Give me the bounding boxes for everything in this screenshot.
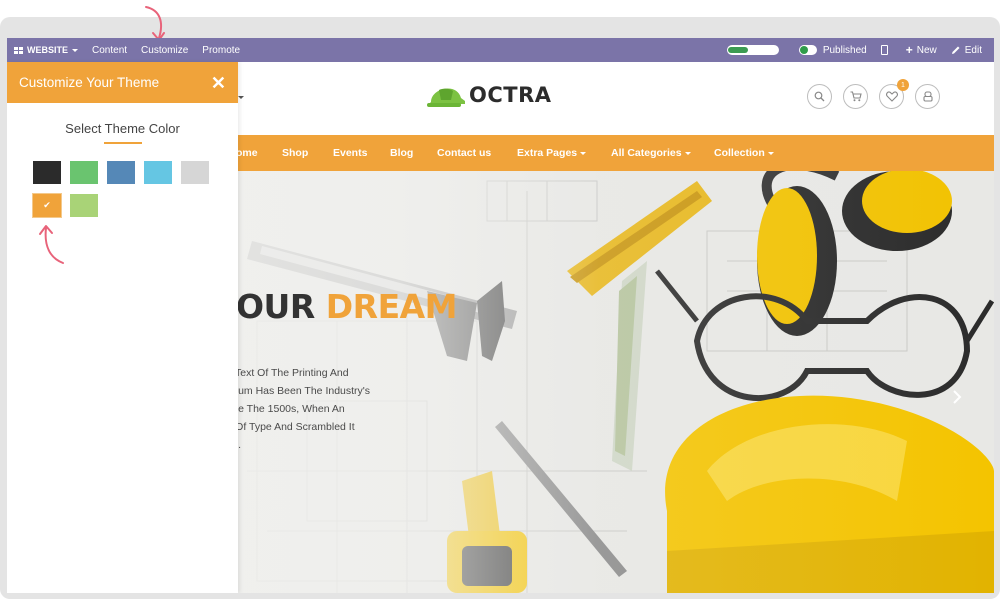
hero-text-line: ok. xyxy=(227,436,402,454)
hero-title-accent: DREAM xyxy=(325,287,458,326)
apps-grid-icon xyxy=(14,46,23,54)
cart-icon xyxy=(850,91,862,102)
checkmark-icon: ✔ xyxy=(43,200,51,210)
header-icons: 1 xyxy=(807,79,940,109)
color-swatch[interactable] xyxy=(107,161,135,184)
hero-text-line: psum Has Been The Industry's xyxy=(227,385,371,397)
wishlist-button[interactable]: 1 xyxy=(879,79,909,109)
hero-title-part1: OUR xyxy=(236,287,315,326)
slider-next-arrow-icon[interactable] xyxy=(950,390,964,404)
publish-toggle[interactable] xyxy=(798,45,817,55)
edit-button[interactable]: Edit xyxy=(947,38,986,62)
nav-shop[interactable]: Shop xyxy=(282,135,308,171)
heart-icon xyxy=(885,91,898,102)
color-swatch[interactable] xyxy=(33,161,61,184)
nav-extra-pages[interactable]: Extra Pages xyxy=(517,135,587,171)
nav-blog[interactable]: Blog xyxy=(390,135,413,171)
published-label: Published xyxy=(822,44,867,56)
color-swatch[interactable]: ✔ xyxy=(33,194,61,217)
color-swatch[interactable] xyxy=(70,194,98,217)
progress-bar xyxy=(726,45,779,55)
nav-collection[interactable]: Collection xyxy=(714,135,774,171)
nav-extra-pages-label: Extra Pages xyxy=(517,147,578,159)
edit-label: Edit xyxy=(964,44,982,56)
pencil-icon xyxy=(951,46,960,54)
website-menu-label: WEBSITE xyxy=(27,45,69,55)
nav-all-categories-label: All Categories xyxy=(611,147,682,159)
website-screen: WEBSITE Content Customize Promote Publis… xyxy=(7,38,994,593)
select-color-heading: Select Theme Color xyxy=(65,121,180,136)
hero-text-line: nce The 1500s, When An xyxy=(227,403,345,415)
nav-contact-us[interactable]: Contact us xyxy=(437,135,491,171)
editor-top-bar: WEBSITE Content Customize Promote Publis… xyxy=(7,38,994,62)
new-label: New xyxy=(916,44,937,56)
new-button[interactable]: + New xyxy=(902,38,941,62)
menu-customize[interactable]: Customize xyxy=(134,38,195,62)
color-swatch[interactable] xyxy=(181,161,209,184)
wishlist-count-badge: 1 xyxy=(897,79,909,91)
hero-title: OUR DREAM xyxy=(236,287,458,326)
color-swatch[interactable] xyxy=(144,161,172,184)
search-icon xyxy=(814,91,825,102)
chevron-down-icon xyxy=(767,151,774,155)
chevron-down-icon xyxy=(72,48,79,52)
plus-icon: + xyxy=(905,43,913,57)
menu-content[interactable]: Content xyxy=(85,38,134,62)
website-menu[interactable]: WEBSITE xyxy=(7,38,85,62)
close-icon[interactable]: ✕ xyxy=(211,74,226,92)
panel-title: Customize Your Theme xyxy=(19,75,160,90)
nav-collection-label: Collection xyxy=(714,147,765,159)
nav-home[interactable]: ome xyxy=(236,135,258,171)
annotation-arrow-swatch xyxy=(39,225,64,264)
hero-description: y Text Of The Printing And psum Has Been… xyxy=(227,364,402,454)
search-button[interactable] xyxy=(807,84,832,109)
hero-text-line: y Text Of The Printing And xyxy=(227,367,349,379)
progress-fill xyxy=(727,47,748,53)
user-icon xyxy=(922,91,933,102)
nav-events[interactable]: Events xyxy=(333,135,367,171)
account-button[interactable] xyxy=(915,84,940,109)
customize-theme-panel: Customize Your Theme ✕ Select Theme Colo… xyxy=(7,62,238,593)
site-logo[interactable]: OCTRA xyxy=(425,80,552,110)
heading-underline xyxy=(103,142,142,144)
logo-text: OCTRA xyxy=(469,83,552,107)
chevron-down-icon[interactable] xyxy=(238,96,244,99)
hard-hat-logo-icon xyxy=(427,88,465,107)
chevron-down-icon xyxy=(684,151,691,155)
hero-text-line: y Of Type And Scrambled It xyxy=(227,421,355,433)
chevron-down-icon xyxy=(580,151,587,155)
menu-promote[interactable]: Promote xyxy=(195,38,247,62)
panel-header: Customize Your Theme ✕ xyxy=(7,62,238,103)
cart-button[interactable] xyxy=(843,84,868,109)
mobile-preview-icon[interactable] xyxy=(880,45,888,55)
color-swatch[interactable] xyxy=(70,161,98,184)
nav-all-categories[interactable]: All Categories xyxy=(611,135,691,171)
